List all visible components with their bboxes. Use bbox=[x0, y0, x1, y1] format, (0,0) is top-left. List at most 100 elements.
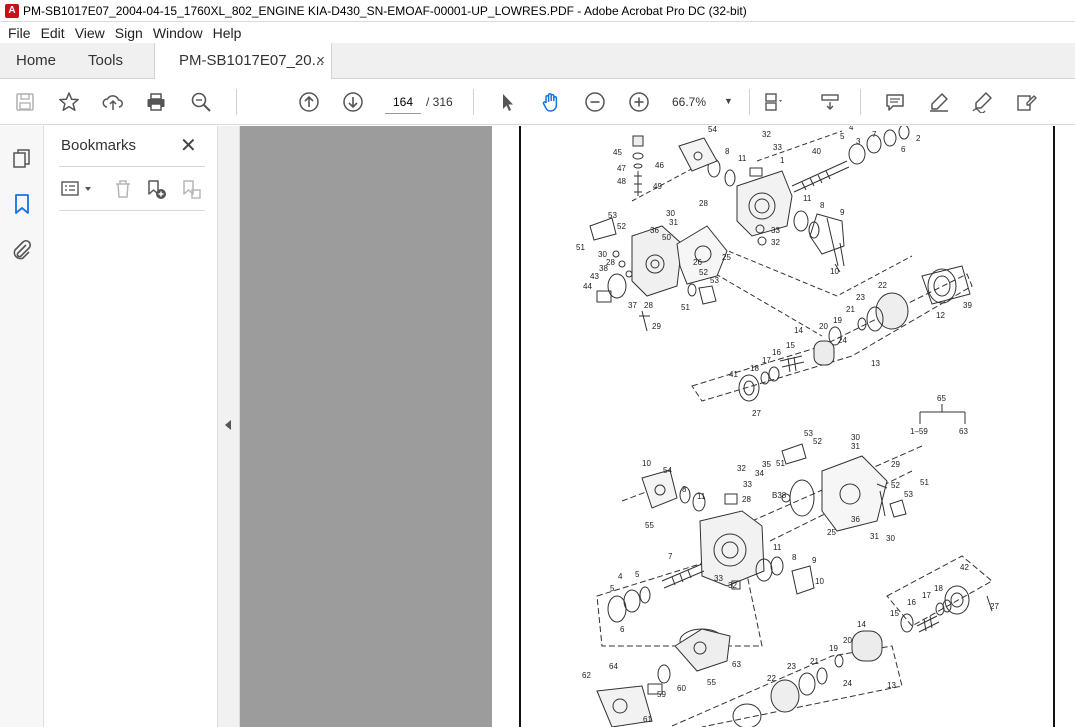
part-label: 55 bbox=[645, 521, 654, 530]
bookmarks-icon[interactable] bbox=[10, 192, 34, 216]
prev-page-icon[interactable] bbox=[297, 90, 321, 114]
bookmark-star-icon[interactable] bbox=[57, 90, 81, 114]
select-arrow-icon[interactable] bbox=[495, 90, 519, 114]
part-label: 32 bbox=[762, 130, 771, 139]
part-label: 64 bbox=[609, 662, 618, 671]
part-label: 23 bbox=[787, 662, 796, 671]
pages-icon[interactable] bbox=[10, 147, 34, 171]
page-number-input[interactable] bbox=[385, 90, 421, 114]
part-label: 10 bbox=[642, 459, 651, 468]
part-label: 15 bbox=[890, 609, 899, 618]
print-icon[interactable] bbox=[144, 90, 168, 114]
zoom-out-icon[interactable] bbox=[583, 90, 607, 114]
part-label: 1 bbox=[780, 156, 785, 165]
part-label: 10 bbox=[830, 267, 839, 276]
part-label: 48 bbox=[617, 177, 626, 186]
page-total: / 316 bbox=[426, 95, 453, 109]
menu-file[interactable]: File bbox=[3, 25, 36, 41]
next-page-icon[interactable] bbox=[341, 90, 365, 114]
collapse-arrow-icon[interactable] bbox=[225, 420, 231, 430]
part-label: 43 bbox=[590, 272, 599, 281]
part-label: 25 bbox=[827, 528, 836, 537]
scroll-mode-icon[interactable] bbox=[818, 90, 842, 114]
part-label: 31 bbox=[851, 442, 860, 451]
part-label: 13 bbox=[871, 359, 880, 368]
part-label: 36 bbox=[650, 226, 659, 235]
upload-icon[interactable] bbox=[101, 90, 125, 114]
part-label: 46 bbox=[655, 161, 664, 170]
part-label: 8 bbox=[682, 485, 687, 494]
new-bookmark-icon[interactable] bbox=[145, 178, 167, 200]
chevron-down-icon[interactable]: ▼ bbox=[724, 96, 733, 106]
part-label: 2 bbox=[916, 134, 921, 143]
sign-icon[interactable] bbox=[970, 90, 994, 114]
menu-bar: File Edit View Sign Window Help bbox=[0, 22, 1075, 43]
part-label: 42 bbox=[960, 563, 969, 572]
hand-icon[interactable] bbox=[539, 90, 563, 114]
part-label: 28 bbox=[742, 495, 751, 504]
part-label: 40 bbox=[812, 147, 821, 156]
part-label: 49 bbox=[653, 182, 662, 191]
part-label: 20 bbox=[843, 636, 852, 645]
part-label: 52 bbox=[813, 437, 822, 446]
highlight-icon[interactable] bbox=[927, 90, 951, 114]
bookmark-from-structure-icon[interactable] bbox=[180, 178, 202, 200]
part-label: 22 bbox=[767, 674, 776, 683]
page-display-icon[interactable] bbox=[762, 90, 786, 114]
save-icon[interactable] bbox=[13, 90, 37, 114]
part-label: 39 bbox=[963, 301, 972, 310]
part-label: 4 bbox=[618, 572, 623, 581]
tab-home[interactable]: Home bbox=[16, 43, 56, 79]
menu-window[interactable]: Window bbox=[148, 25, 208, 41]
part-label: 29 bbox=[891, 460, 900, 469]
tab-tools[interactable]: Tools bbox=[88, 43, 123, 79]
part-label: 8 bbox=[725, 147, 730, 156]
attachments-icon[interactable] bbox=[10, 238, 34, 262]
part-label: 18 bbox=[934, 584, 943, 593]
tree-right-label: 63 bbox=[959, 427, 968, 436]
part-label: 24 bbox=[843, 679, 852, 688]
part-label: 54 bbox=[663, 466, 672, 475]
toolbar-separator bbox=[236, 89, 237, 115]
part-label: 8 bbox=[792, 553, 797, 562]
toolbar-separator bbox=[860, 89, 861, 115]
bottom-part-labels: 53 52 30 31 10 54 32 35 51 34 33 29 52 5… bbox=[582, 429, 999, 724]
part-label: 53 bbox=[608, 211, 617, 220]
panel-splitter[interactable] bbox=[217, 126, 240, 727]
tab-close-icon[interactable]: × bbox=[316, 43, 325, 78]
part-label: 7 bbox=[668, 552, 673, 561]
zoom-in-icon[interactable] bbox=[627, 90, 651, 114]
part-label: 4 bbox=[849, 126, 854, 132]
menu-help[interactable]: Help bbox=[208, 25, 247, 41]
menu-sign[interactable]: Sign bbox=[110, 25, 148, 41]
part-label: 45 bbox=[613, 148, 622, 157]
part-label: 44 bbox=[583, 282, 592, 291]
part-label: 33 bbox=[714, 574, 723, 583]
part-label: 51 bbox=[576, 243, 585, 252]
part-label: 9 bbox=[812, 556, 817, 565]
delete-bookmark-icon[interactable] bbox=[112, 178, 134, 200]
part-label: 59 bbox=[657, 690, 666, 699]
menu-edit[interactable]: Edit bbox=[36, 25, 70, 41]
part-label: 19 bbox=[833, 316, 842, 325]
part-label: 5 bbox=[635, 570, 640, 579]
part-label: 35 bbox=[762, 460, 771, 469]
part-label: 52 bbox=[617, 222, 626, 231]
options-list-icon[interactable] bbox=[60, 178, 96, 200]
document-viewport[interactable]: 65 1–59 63 54 32 8 11 33 4 5 3 7 6 2 45 … bbox=[240, 126, 1075, 727]
part-label: 8 bbox=[820, 201, 825, 210]
part-label: 7 bbox=[872, 130, 877, 139]
search-zoom-icon[interactable] bbox=[189, 90, 213, 114]
panel-title: Bookmarks bbox=[61, 137, 137, 154]
close-panel-icon[interactable]: ✕ bbox=[180, 133, 197, 158]
menu-view[interactable]: View bbox=[70, 25, 110, 41]
acrobat-logo-icon: A bbox=[5, 3, 19, 18]
tab-document[interactable]: PM-SB1017E07_20... × bbox=[154, 43, 332, 79]
part-label: 53 bbox=[904, 490, 913, 499]
part-label: 32 bbox=[728, 581, 737, 590]
tree-left-label: 1–59 bbox=[910, 427, 928, 436]
edit-icon[interactable] bbox=[1014, 90, 1038, 114]
comment-icon[interactable] bbox=[883, 90, 907, 114]
zoom-select[interactable]: 66.7% bbox=[672, 95, 706, 109]
part-label: 19 bbox=[829, 644, 838, 653]
